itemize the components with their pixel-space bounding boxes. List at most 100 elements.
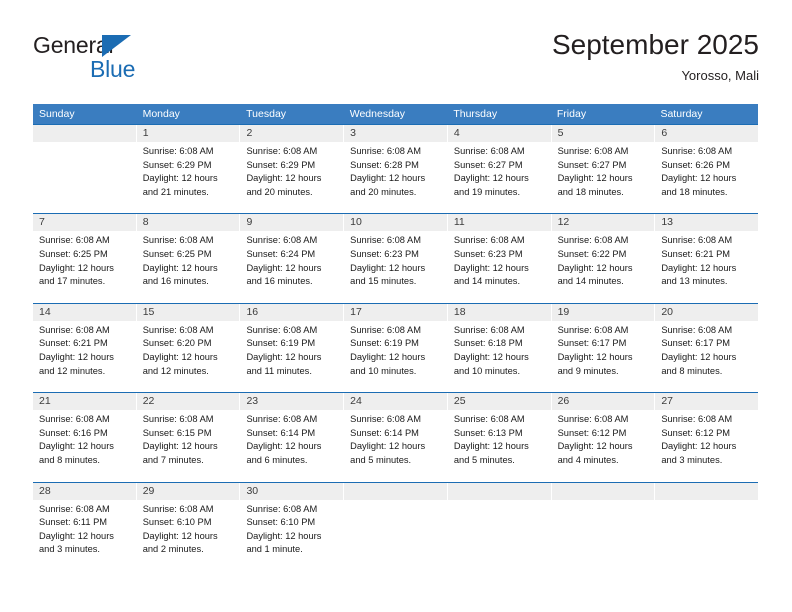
daylight-text: Daylight: 12 hours and 14 minutes. bbox=[453, 262, 529, 287]
day-cell[interactable]: 7 Sunrise: 6:08 AM Sunset: 6:25 PM Dayli… bbox=[33, 214, 137, 303]
day-cell[interactable] bbox=[655, 482, 759, 571]
day-cell[interactable]: 10 Sunrise: 6:08 AM Sunset: 6:23 PM Dayl… bbox=[344, 214, 448, 303]
day-details: Sunrise: 6:08 AM Sunset: 6:27 PM Dayligh… bbox=[552, 142, 655, 199]
day-cell[interactable]: 5 Sunrise: 6:08 AM Sunset: 6:27 PM Dayli… bbox=[551, 125, 656, 214]
day-cell[interactable]: 26 Sunrise: 6:08 AM Sunset: 6:12 PM Dayl… bbox=[551, 393, 656, 482]
day-cell[interactable] bbox=[447, 482, 552, 571]
day-number: 12 bbox=[551, 214, 655, 232]
day-cell[interactable]: 23 Sunrise: 6:08 AM Sunset: 6:14 PM Dayl… bbox=[240, 393, 345, 482]
day-cell[interactable]: 9 Sunrise: 6:08 AM Sunset: 6:24 PM Dayli… bbox=[240, 214, 345, 303]
day-details: Sunrise: 6:08 AM Sunset: 6:17 PM Dayligh… bbox=[655, 321, 758, 378]
day-cell[interactable] bbox=[551, 482, 656, 571]
day-cell[interactable]: 21 Sunrise: 6:08 AM Sunset: 6:16 PM Dayl… bbox=[33, 393, 137, 482]
day-number: 30 bbox=[240, 482, 344, 500]
daylight-text: Daylight: 12 hours and 11 minutes. bbox=[246, 351, 322, 376]
daylight-text: Daylight: 12 hours and 12 minutes. bbox=[39, 351, 114, 376]
weekday-header-monday: Monday bbox=[142, 108, 180, 120]
day-cell[interactable]: 3 Sunrise: 6:08 AM Sunset: 6:28 PM Dayli… bbox=[344, 125, 448, 214]
day-details: Sunrise: 6:08 AM Sunset: 6:23 PM Dayligh… bbox=[448, 231, 551, 288]
day-details bbox=[655, 500, 758, 503]
sunset-text: Sunset: 6:21 PM bbox=[39, 338, 108, 349]
day-cell[interactable] bbox=[33, 125, 137, 214]
sunrise-text: Sunrise: 6:08 AM bbox=[661, 414, 733, 425]
day-details: Sunrise: 6:08 AM Sunset: 6:17 PM Dayligh… bbox=[552, 321, 655, 378]
logo-line-1: General bbox=[33, 32, 233, 58]
day-number bbox=[344, 482, 447, 500]
calendar-week-row: 21 Sunrise: 6:08 AM Sunset: 6:16 PM Dayl… bbox=[33, 392, 759, 482]
day-details: Sunrise: 6:08 AM Sunset: 6:11 PM Dayligh… bbox=[33, 500, 136, 557]
sunset-text: Sunset: 6:17 PM bbox=[557, 338, 627, 349]
daylight-text: Daylight: 12 hours and 9 minutes. bbox=[557, 351, 633, 376]
logo-triangle-icon bbox=[102, 35, 131, 57]
day-cell[interactable]: 30 Sunrise: 6:08 AM Sunset: 6:10 PM Dayl… bbox=[240, 482, 345, 571]
day-details: Sunrise: 6:08 AM Sunset: 6:10 PM Dayligh… bbox=[240, 500, 343, 557]
day-number: 26 bbox=[551, 393, 655, 411]
day-cell[interactable]: 4 Sunrise: 6:08 AM Sunset: 6:27 PM Dayli… bbox=[447, 125, 552, 214]
day-cell[interactable]: 20 Sunrise: 6:08 AM Sunset: 6:17 PM Dayl… bbox=[655, 303, 759, 392]
day-details: Sunrise: 6:08 AM Sunset: 6:12 PM Dayligh… bbox=[655, 410, 758, 467]
day-details: Sunrise: 6:08 AM Sunset: 6:19 PM Dayligh… bbox=[240, 321, 343, 378]
calendar-week-row: 1 Sunrise: 6:08 AM Sunset: 6:29 PM Dayli… bbox=[33, 124, 759, 214]
day-cell[interactable]: 14 Sunrise: 6:08 AM Sunset: 6:21 PM Dayl… bbox=[33, 303, 137, 393]
day-cell[interactable]: 6 Sunrise: 6:08 AM Sunset: 6:26 PM Dayli… bbox=[655, 125, 759, 213]
day-cell[interactable]: 18 Sunrise: 6:08 AM Sunset: 6:18 PM Dayl… bbox=[447, 303, 552, 393]
day-details: Sunrise: 6:08 AM Sunset: 6:15 PM Dayligh… bbox=[137, 410, 240, 467]
sunrise-text: Sunrise: 6:08 AM bbox=[246, 324, 318, 335]
day-number: 2 bbox=[240, 125, 344, 142]
sunset-text: Sunset: 6:18 PM bbox=[453, 338, 523, 349]
day-number: 17 bbox=[344, 303, 447, 321]
day-number bbox=[33, 125, 136, 142]
day-cell[interactable]: 17 Sunrise: 6:08 AM Sunset: 6:19 PM Dayl… bbox=[344, 303, 448, 393]
day-number: 18 bbox=[447, 303, 551, 321]
day-cell[interactable]: 15 Sunrise: 6:08 AM Sunset: 6:20 PM Dayl… bbox=[136, 303, 241, 393]
daylight-text: Daylight: 12 hours and 14 minutes. bbox=[557, 262, 633, 287]
general-blue-logo[interactable]: General Blue bbox=[33, 32, 233, 88]
day-cell[interactable]: 16 Sunrise: 6:08 AM Sunset: 6:19 PM Dayl… bbox=[240, 303, 345, 393]
day-number: 8 bbox=[136, 214, 240, 232]
day-cell[interactable]: 29 Sunrise: 6:08 AM Sunset: 6:10 PM Dayl… bbox=[136, 482, 241, 571]
day-cell[interactable]: 11 Sunrise: 6:08 AM Sunset: 6:23 PM Dayl… bbox=[447, 214, 552, 303]
day-number bbox=[655, 482, 759, 500]
sunrise-text: Sunrise: 6:08 AM bbox=[557, 414, 629, 425]
day-cell[interactable]: 27 Sunrise: 6:08 AM Sunset: 6:12 PM Dayl… bbox=[655, 393, 759, 481]
sunrise-text: Sunrise: 6:08 AM bbox=[350, 235, 421, 246]
day-details: Sunrise: 6:08 AM Sunset: 6:25 PM Dayligh… bbox=[33, 231, 136, 288]
day-cell[interactable]: 8 Sunrise: 6:08 AM Sunset: 6:25 PM Dayli… bbox=[136, 214, 241, 303]
day-cell[interactable]: 2 Sunrise: 6:08 AM Sunset: 6:29 PM Dayli… bbox=[240, 125, 345, 214]
day-cell[interactable]: 22 Sunrise: 6:08 AM Sunset: 6:15 PM Dayl… bbox=[136, 393, 241, 482]
day-number: 4 bbox=[447, 125, 551, 142]
daylight-text: Daylight: 12 hours and 7 minutes. bbox=[142, 441, 218, 465]
sunset-text: Sunset: 6:27 PM bbox=[557, 159, 627, 170]
sunrise-text: Sunrise: 6:08 AM bbox=[557, 235, 629, 246]
daylight-text: Daylight: 12 hours and 18 minutes. bbox=[661, 173, 737, 197]
day-cell[interactable]: 19 Sunrise: 6:08 AM Sunset: 6:17 PM Dayl… bbox=[551, 303, 656, 393]
sunrise-text: Sunrise: 6:08 AM bbox=[350, 324, 421, 335]
sunrise-text: Sunrise: 6:08 AM bbox=[39, 503, 110, 514]
sunrise-text: Sunrise: 6:08 AM bbox=[557, 324, 629, 335]
sunset-text: Sunset: 6:20 PM bbox=[142, 338, 212, 349]
day-cell[interactable]: 1 Sunrise: 6:08 AM Sunset: 6:29 PM Dayli… bbox=[136, 125, 241, 214]
day-cell[interactable] bbox=[344, 482, 448, 571]
day-cell[interactable]: 13 Sunrise: 6:08 AM Sunset: 6:21 PM Dayl… bbox=[655, 214, 759, 302]
day-cell[interactable]: 24 Sunrise: 6:08 AM Sunset: 6:14 PM Dayl… bbox=[344, 393, 448, 482]
title-block: September 2025 Yorosso, Mali bbox=[552, 28, 759, 86]
page-title: September 2025 bbox=[551, 29, 759, 60]
day-details bbox=[552, 500, 655, 503]
day-cell[interactable]: 28 Sunrise: 6:08 AM Sunset: 6:11 PM Dayl… bbox=[33, 482, 137, 571]
sunset-text: Sunset: 6:23 PM bbox=[350, 248, 419, 259]
daylight-text: Daylight: 12 hours and 3 minutes. bbox=[39, 530, 114, 555]
daylight-text: Daylight: 12 hours and 20 minutes. bbox=[350, 173, 426, 197]
day-cell[interactable]: 25 Sunrise: 6:08 AM Sunset: 6:13 PM Dayl… bbox=[447, 393, 552, 482]
day-number: 25 bbox=[447, 393, 551, 411]
daylight-text: Daylight: 12 hours and 21 minutes. bbox=[142, 173, 218, 197]
day-cell[interactable]: 12 Sunrise: 6:08 AM Sunset: 6:22 PM Dayl… bbox=[551, 214, 656, 303]
day-number: 15 bbox=[136, 303, 240, 321]
logo-text-blue: Blue bbox=[90, 56, 136, 82]
day-number: 1 bbox=[136, 125, 240, 142]
day-details: Sunrise: 6:08 AM Sunset: 6:24 PM Dayligh… bbox=[240, 231, 343, 288]
sunrise-text: Sunrise: 6:08 AM bbox=[39, 414, 110, 425]
day-number: 27 bbox=[655, 393, 759, 411]
sunrise-text: Sunrise: 6:08 AM bbox=[246, 235, 318, 246]
sunset-text: Sunset: 6:16 PM bbox=[39, 427, 108, 438]
day-number: 14 bbox=[33, 303, 136, 321]
